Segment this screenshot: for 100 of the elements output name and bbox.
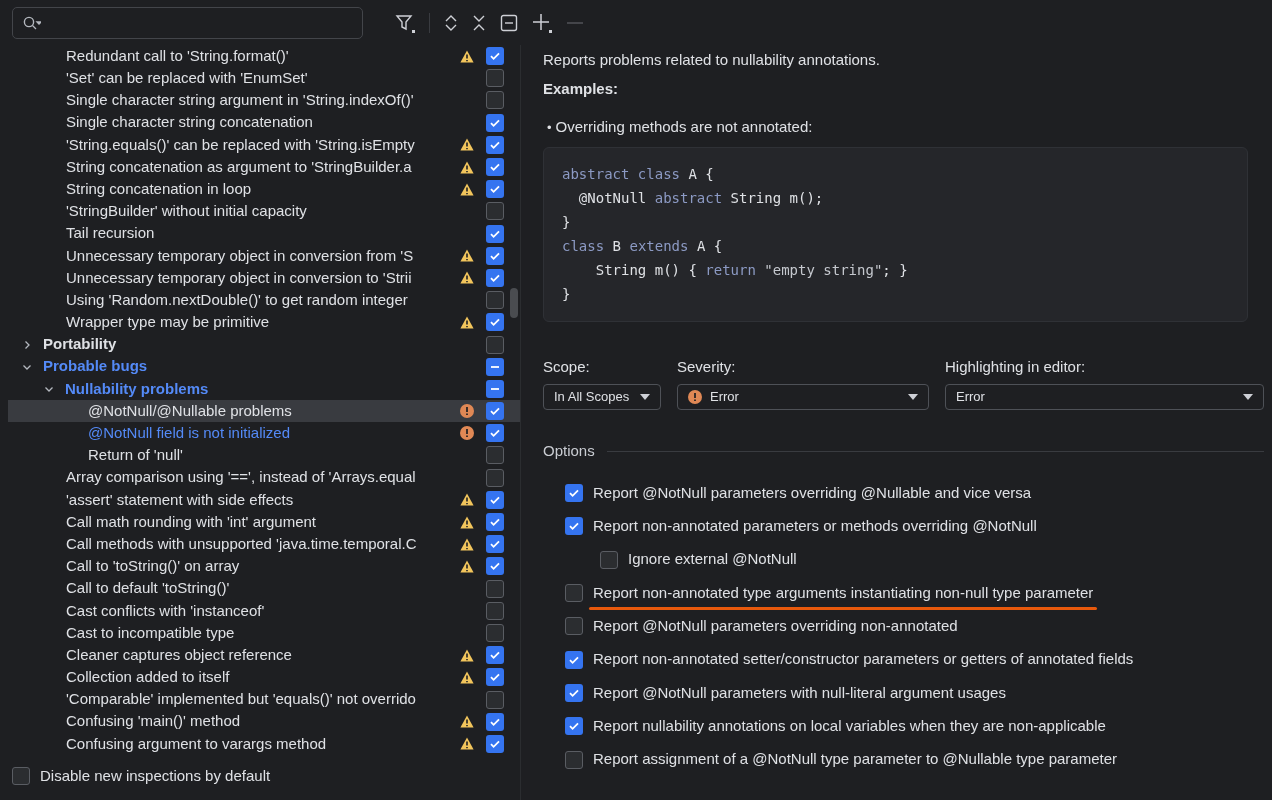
- checkbox[interactable]: [486, 246, 504, 265]
- dropdown[interactable]: Error: [677, 384, 929, 410]
- checkbox[interactable]: [486, 291, 504, 310]
- checkbox[interactable]: [486, 734, 504, 753]
- code-line: }: [562, 212, 572, 232]
- inspection-row[interactable]: Call math rounding with 'int' argument: [8, 510, 520, 534]
- checkbox[interactable]: [486, 224, 504, 243]
- checkbox[interactable]: [486, 113, 504, 132]
- inspection-row[interactable]: 'assert' statement with side effects: [8, 488, 520, 511]
- inspection-row[interactable]: @NotNull field is not initialized: [8, 422, 520, 445]
- checkbox[interactable]: [486, 468, 504, 487]
- checkbox[interactable]: [565, 584, 583, 603]
- inspection-row[interactable]: Single character string argument in 'String.indexOf()': [8, 89, 520, 112]
- expand-all-icon[interactable]: [444, 13, 458, 32]
- inspection-row[interactable]: Single character string concatenation: [8, 111, 520, 134]
- inspection-label: String concatenation as argument to 'StringBuilder.a: [66, 156, 413, 177]
- checkbox[interactable]: [486, 202, 504, 221]
- checkbox[interactable]: [486, 690, 504, 709]
- inspection-row[interactable]: Call to default 'toString()': [8, 577, 520, 600]
- checkbox[interactable]: [565, 517, 583, 536]
- inspection-row[interactable]: Return of 'null': [8, 444, 520, 467]
- inspection-row[interactable]: 'Comparable' implemented but 'equals()' not overrido: [8, 688, 520, 711]
- dropdown[interactable]: In All Scopes: [543, 384, 661, 410]
- option-label: Report @NotNull parameters overriding @Nullable and vice versa: [593, 482, 1032, 503]
- checkbox[interactable]: [486, 490, 504, 509]
- inspection-row[interactable]: Collection added to itself: [8, 666, 520, 689]
- checkbox[interactable]: [486, 446, 504, 465]
- dropdown-arrow-icon: [908, 394, 918, 400]
- setting-label: Severity:: [677, 356, 737, 377]
- checkbox[interactable]: [486, 402, 504, 421]
- checkbox[interactable]: [565, 683, 583, 702]
- plus-icon[interactable]: [532, 12, 552, 33]
- inspection-row[interactable]: 'StringBuilder' without initial capacity: [8, 200, 520, 223]
- checkbox[interactable]: [486, 601, 504, 620]
- minus-square-icon[interactable]: [500, 13, 518, 32]
- checkbox[interactable]: [486, 335, 504, 354]
- checkbox[interactable]: [486, 379, 504, 398]
- category-label: Portability: [43, 334, 118, 355]
- checkbox[interactable]: [486, 513, 504, 532]
- tree-category[interactable]: Nullability problems: [8, 377, 520, 400]
- checkbox[interactable]: [486, 357, 504, 376]
- checkmark-icon: [568, 520, 580, 533]
- checkbox[interactable]: [486, 668, 504, 687]
- inspection-row[interactable]: Unnecessary temporary object in conversion to 'Strii: [8, 266, 520, 290]
- checkbox[interactable]: [486, 69, 504, 88]
- bullet: •: [547, 118, 552, 137]
- checkbox[interactable]: [486, 268, 504, 287]
- inspection-row[interactable]: Call methods with unsupported 'java.time.temporal.C: [8, 533, 520, 556]
- checkbox[interactable]: [486, 579, 504, 598]
- checkbox[interactable]: [486, 135, 504, 154]
- inspection-row[interactable]: String concatenation in loop: [8, 178, 520, 201]
- inspection-row[interactable]: Wrapper type may be primitive: [8, 311, 520, 334]
- option-label: Ignore external @NotNull: [628, 549, 797, 570]
- inspection-row[interactable]: Confusing argument to varargs method: [8, 732, 520, 755]
- tree-category[interactable]: Probable bugs: [8, 355, 520, 378]
- checkbox[interactable]: [565, 650, 583, 669]
- checkbox[interactable]: [486, 712, 504, 731]
- inspection-row[interactable]: Confusing 'main()' method: [8, 710, 520, 733]
- checkbox[interactable]: [486, 557, 504, 576]
- inspection-row[interactable]: Using 'Random.nextDouble()' to get random integer: [8, 289, 520, 312]
- inspection-row[interactable]: Tail recursion: [8, 222, 520, 245]
- inspection-row[interactable]: Array comparison using '==', instead of 'Arrays.equal: [8, 466, 520, 489]
- checkbox[interactable]: [565, 617, 583, 636]
- checkbox[interactable]: [486, 623, 504, 642]
- inspection-row[interactable]: Cast conflicts with 'instanceof': [8, 599, 520, 622]
- checkbox[interactable]: [486, 91, 504, 110]
- inspection-row[interactable]: Redundant call to 'String.format()': [8, 45, 520, 68]
- checkmark-icon: [568, 720, 580, 733]
- checkbox[interactable]: [565, 750, 583, 769]
- dropdown[interactable]: Error: [945, 384, 1264, 410]
- inspection-row[interactable]: String concatenation as argument to 'StringBuilder.a: [8, 155, 520, 179]
- inspection-row[interactable]: 'Set' can be replaced with 'EnumSet': [8, 67, 520, 90]
- checkbox[interactable]: [486, 313, 504, 332]
- checkbox[interactable]: [486, 158, 504, 177]
- collapse-all-icon[interactable]: [472, 13, 486, 32]
- inspection-row[interactable]: @NotNull/@Nullable problems: [8, 400, 520, 423]
- inspection-row[interactable]: Cast to incompatible type: [8, 621, 520, 645]
- option-label: Report nullability annotations on local variables when they are non-applicable: [593, 715, 1106, 736]
- inspection-label: Call to 'toString()' on array: [66, 556, 241, 577]
- checkbox[interactable]: [486, 47, 504, 66]
- inspection-row[interactable]: Cleaner captures object reference: [8, 644, 520, 667]
- checkbox[interactable]: [12, 767, 30, 785]
- category-label: Probable bugs: [43, 356, 149, 377]
- tree-category[interactable]: Portability: [8, 333, 520, 356]
- dropdown-arrow-icon: [640, 394, 650, 400]
- checkbox[interactable]: [600, 550, 618, 569]
- inspection-label: Collection added to itself: [66, 667, 231, 688]
- search-field[interactable]: [12, 6, 363, 39]
- inspection-row[interactable]: Unnecessary temporary object in conversion from 'S: [8, 244, 520, 267]
- checkbox[interactable]: [565, 484, 583, 503]
- filter-icon[interactable]: [395, 12, 415, 33]
- inspection-row[interactable]: Call to 'toString()' on array: [8, 555, 520, 578]
- checkbox[interactable]: [486, 424, 504, 443]
- checkbox[interactable]: [486, 535, 504, 554]
- inspection-label: Wrapper type may be primitive: [66, 312, 271, 333]
- scrollbar-thumb[interactable]: [510, 288, 518, 318]
- checkbox[interactable]: [486, 646, 504, 665]
- checkbox[interactable]: [486, 180, 504, 199]
- inspection-row[interactable]: 'String.equals()' can be replaced with 'String.isEmpty: [8, 133, 520, 156]
- checkbox[interactable]: [565, 717, 583, 736]
